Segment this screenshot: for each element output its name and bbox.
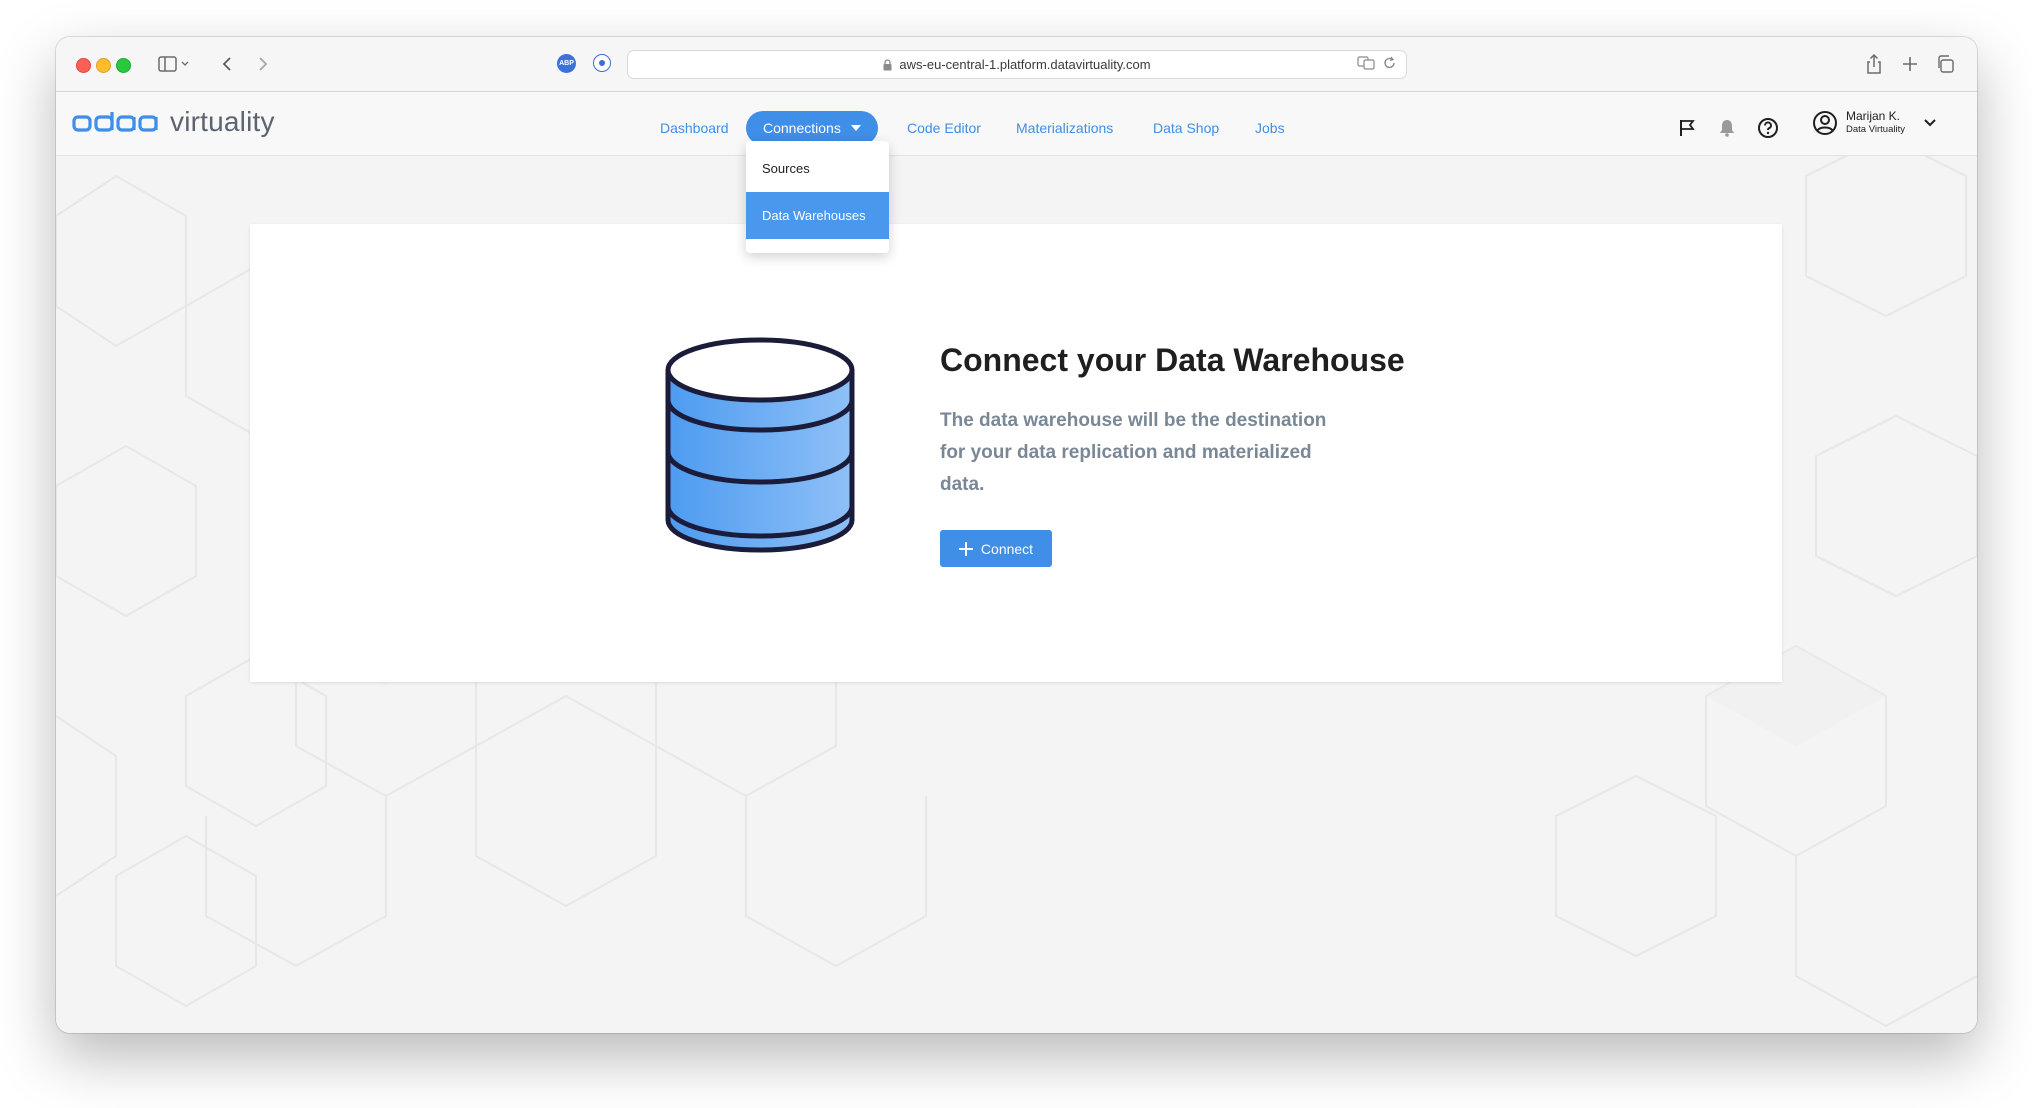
translate-icon[interactable] bbox=[1357, 56, 1375, 73]
database-icon bbox=[665, 337, 855, 553]
page-title: Connect your Data Warehouse bbox=[940, 342, 1405, 378]
content-area: Connect your Data Warehouse The data war… bbox=[56, 156, 1977, 1033]
user-menu[interactable]: Marijan K. Data Virtuality bbox=[1812, 110, 1937, 136]
tab-overview-icon[interactable] bbox=[1933, 51, 1957, 77]
flag-icon[interactable] bbox=[1679, 119, 1695, 137]
browser-window: ABP aws-eu-central-1.platform.datavirtua… bbox=[56, 37, 1977, 1033]
nav-code-editor[interactable]: Code Editor bbox=[907, 111, 981, 145]
address-bar[interactable]: aws-eu-central-1.platform.datavirtuality… bbox=[627, 50, 1407, 79]
help-icon[interactable] bbox=[1757, 117, 1779, 139]
nav-jobs[interactable]: Jobs bbox=[1255, 111, 1285, 145]
forward-icon[interactable] bbox=[252, 51, 274, 77]
minimize-window-button[interactable] bbox=[96, 58, 111, 73]
caret-down-icon bbox=[850, 125, 861, 131]
dropdown-item-data-warehouses[interactable]: Data Warehouses bbox=[746, 192, 889, 239]
lock-icon bbox=[883, 58, 892, 71]
nav-data-shop[interactable]: Data Shop bbox=[1153, 111, 1219, 145]
zoom-window-button[interactable] bbox=[116, 58, 131, 73]
browser-toolbar: ABP aws-eu-central-1.platform.datavirtua… bbox=[56, 37, 1977, 92]
close-window-button[interactable] bbox=[76, 58, 91, 73]
share-icon[interactable] bbox=[1862, 51, 1886, 77]
empty-state-card: Connect your Data Warehouse The data war… bbox=[250, 224, 1782, 682]
connect-button[interactable]: Connect bbox=[940, 530, 1052, 567]
app-header: virtuality Dashboard Connections Code Ed… bbox=[56, 92, 1977, 156]
user-name: Marijan K. bbox=[1846, 109, 1901, 123]
password-extension-icon[interactable] bbox=[593, 54, 611, 72]
nav-dashboard[interactable]: Dashboard bbox=[660, 111, 729, 145]
connections-dropdown: Sources Data Warehouses bbox=[746, 141, 889, 253]
nav-connections[interactable]: Connections bbox=[746, 111, 878, 145]
nav-connections-label: Connections bbox=[763, 120, 841, 136]
plus-icon bbox=[958, 541, 973, 556]
back-icon[interactable] bbox=[216, 51, 238, 77]
empty-state-description: The data warehouse will be the destinati… bbox=[940, 410, 1327, 495]
nav-materializations[interactable]: Materializations bbox=[1016, 111, 1113, 145]
reload-icon[interactable] bbox=[1383, 56, 1396, 73]
bell-icon[interactable] bbox=[1719, 119, 1735, 137]
user-circle-icon bbox=[1813, 111, 1837, 135]
user-org: Data Virtuality bbox=[1846, 124, 1905, 135]
dropdown-item-sources[interactable]: Sources bbox=[746, 145, 889, 192]
sidebar-toggle-icon[interactable] bbox=[154, 51, 194, 77]
url-text: aws-eu-central-1.platform.datavirtuality… bbox=[899, 57, 1151, 72]
new-tab-icon[interactable] bbox=[1898, 51, 1922, 77]
chevron-down-icon bbox=[1924, 119, 1936, 127]
adblock-extension-icon[interactable]: ABP bbox=[557, 54, 576, 73]
connect-button-label: Connect bbox=[980, 540, 1034, 557]
